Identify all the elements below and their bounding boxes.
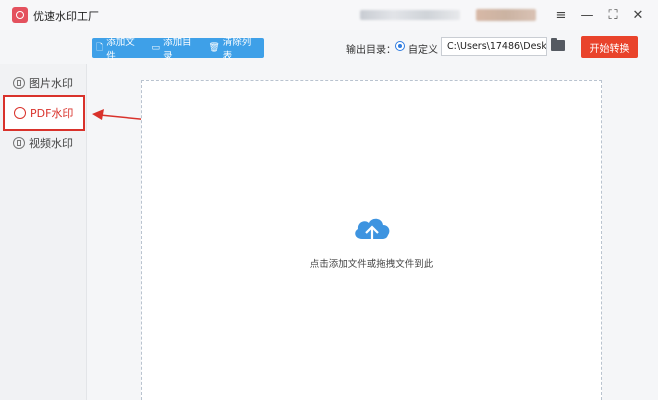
sidebar-item-label: 图片水印 xyxy=(29,77,73,90)
toolbar-button-group: 🗋 添加文件 ▭ 添加目录 🗑 清除列表 xyxy=(92,37,264,62)
trash-icon: 🗑 xyxy=(208,43,220,53)
seal-icon xyxy=(12,7,28,23)
blurred-account xyxy=(476,9,536,21)
minimize-icon[interactable]: — xyxy=(578,6,596,24)
clear-list-label: 清除列表 xyxy=(222,37,252,62)
title-bar: 优速水印工厂 ≡ — ⛶ ✕ xyxy=(0,0,658,30)
sidebar-item-image-watermark[interactable]: 图片水印 xyxy=(13,75,73,91)
close-icon[interactable]: ✕ xyxy=(629,6,647,24)
output-path-input[interactable]: C:\Users\17486\Deskto xyxy=(441,37,547,56)
file-icon: 🗋 xyxy=(96,43,104,53)
sidebar-item-pdf-watermark[interactable]: PDF水印 xyxy=(14,105,73,121)
custom-radio-label[interactable]: 自定义 xyxy=(408,41,438,56)
menu-icon[interactable]: ≡ xyxy=(552,6,570,24)
blurred-user-info xyxy=(360,10,460,20)
maximize-icon[interactable]: ⛶ xyxy=(604,6,622,24)
app-title: 优速水印工厂 xyxy=(33,10,99,23)
add-folder-label: 添加目录 xyxy=(163,37,192,62)
add-folder-button[interactable]: ▭ 添加目录 xyxy=(148,37,205,62)
sidebar-item-label: 视频水印 xyxy=(29,137,73,150)
sidebar-item-label: PDF水印 xyxy=(30,107,74,120)
video-watermark-icon xyxy=(13,137,25,149)
browse-folder-icon[interactable] xyxy=(551,38,565,51)
cloud-upload-icon[interactable] xyxy=(352,213,392,249)
dropzone-hint: 点击添加文件或拖拽文件到此 xyxy=(309,259,434,270)
custom-radio[interactable] xyxy=(395,41,405,51)
start-convert-button[interactable]: 开始转换 xyxy=(581,36,638,58)
pdf-watermark-icon xyxy=(14,107,26,119)
clear-list-button[interactable]: 🗑 清除列表 xyxy=(204,37,264,62)
folder-icon: ▭ xyxy=(151,43,161,53)
add-file-button[interactable]: 🗋 添加文件 xyxy=(92,37,148,62)
add-file-label: 添加文件 xyxy=(106,37,135,62)
sidebar-item-video-watermark[interactable]: 视频水印 xyxy=(13,135,73,151)
image-watermark-icon xyxy=(13,77,25,89)
output-dir-label: 输出目录： xyxy=(346,45,396,56)
